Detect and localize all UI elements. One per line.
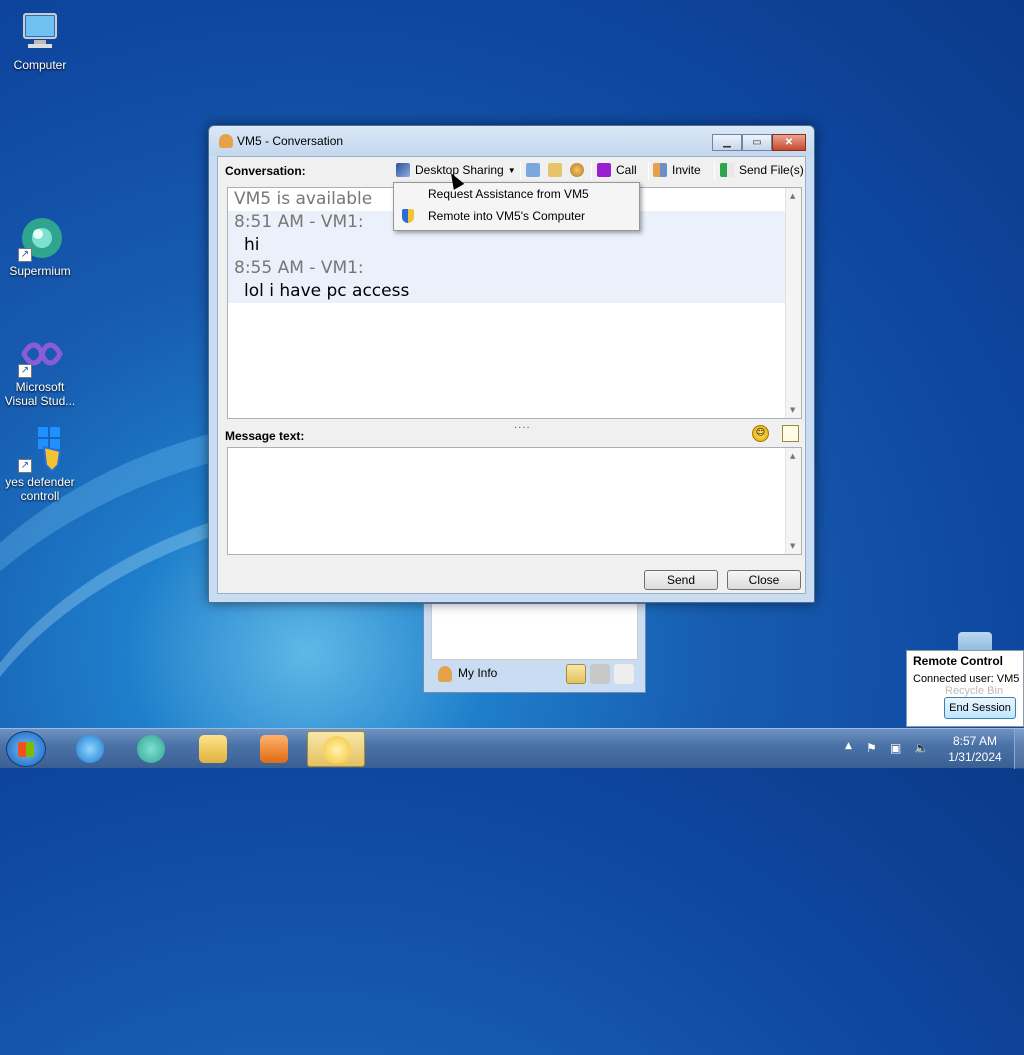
emoticon-icon[interactable]: ☺ bbox=[752, 425, 769, 442]
remote-control-title: Remote Control bbox=[913, 654, 1003, 668]
visual-studio-icon: ↗ bbox=[16, 330, 64, 378]
chat-bubble-icon bbox=[323, 736, 351, 764]
shortcut-arrow-icon: ↗ bbox=[18, 364, 32, 378]
scroll-down-icon[interactable]: ▼ bbox=[790, 542, 795, 550]
show-desktop-button[interactable] bbox=[1014, 729, 1024, 769]
start-button[interactable] bbox=[6, 731, 46, 767]
contact-list[interactable] bbox=[431, 604, 638, 660]
menu-item-request-assistance[interactable]: Request Assistance from VM5 bbox=[394, 183, 639, 205]
messenger-user-icon bbox=[219, 134, 233, 148]
whiteboard-icon bbox=[526, 163, 540, 177]
close-window-button[interactable]: ✕ bbox=[772, 134, 806, 151]
recycle-bin-label: Recycle Bin bbox=[945, 685, 1004, 697]
taskbar-media-player[interactable] bbox=[245, 731, 303, 767]
windows-shield-icon: ↗ bbox=[16, 425, 64, 473]
send-files-label: Send File(s) bbox=[739, 163, 804, 177]
window-title: VM5 - Conversation bbox=[237, 134, 344, 148]
user-icon bbox=[438, 666, 452, 682]
taskbar-explorer[interactable] bbox=[184, 731, 242, 767]
shortcut-arrow-icon: ↗ bbox=[18, 459, 32, 473]
call-button[interactable]: Call bbox=[597, 163, 637, 177]
settings-button[interactable] bbox=[570, 163, 589, 177]
close-button[interactable]: Close bbox=[727, 570, 801, 590]
send-button[interactable]: Send bbox=[644, 570, 718, 590]
scroll-up-icon[interactable]: ▲ bbox=[790, 452, 795, 460]
desktop-icon-label: Supermium bbox=[9, 264, 71, 278]
clock[interactable]: 8:57 AM 1/31/2024 bbox=[940, 733, 1010, 765]
messenger-main-window: My Info bbox=[423, 603, 646, 693]
supermium-icon: ↗ bbox=[16, 214, 64, 262]
toolbar-separator bbox=[648, 162, 649, 180]
status-online-icon[interactable] bbox=[566, 664, 586, 684]
message-text-label: Message text: bbox=[225, 429, 305, 443]
title-bar[interactable]: VM5 - Conversation ▁ ▭ ✕ bbox=[209, 126, 814, 156]
invite-users-icon bbox=[653, 163, 667, 177]
shield-icon bbox=[402, 209, 414, 223]
volume-muted-icon[interactable]: 🔈 bbox=[914, 741, 929, 755]
whiteboard-button[interactable] bbox=[526, 163, 545, 177]
message-scrollbar[interactable]: ▲ ▼ bbox=[785, 448, 801, 554]
scroll-up-icon[interactable]: ▲ bbox=[790, 192, 795, 200]
show-hidden-icons-icon[interactable]: ▲ bbox=[845, 741, 852, 751]
supermium-icon bbox=[137, 735, 165, 763]
taskbar: ▲ ⚑ ▣ 🔈 8:57 AM 1/31/2024 bbox=[0, 728, 1024, 769]
remote-control-panel: Remote Control Connected user: VM5 Recyc… bbox=[906, 650, 1024, 727]
desktop-icon-computer[interactable]: Computer bbox=[0, 8, 80, 72]
my-info-link[interactable]: My Info bbox=[458, 666, 497, 680]
desktop-sharing-icon bbox=[396, 163, 410, 177]
toolbar: Conversation: Desktop Sharing ▼ Call Inv… bbox=[218, 157, 805, 185]
minimize-button[interactable]: ▁ bbox=[712, 134, 742, 151]
pane-splitter[interactable]: .... bbox=[514, 420, 531, 431]
file-share-button[interactable] bbox=[548, 163, 567, 177]
chevron-down-icon: ▼ bbox=[507, 165, 516, 175]
media-player-icon bbox=[260, 735, 288, 763]
message-input[interactable]: ▲ ▼ bbox=[227, 447, 802, 555]
invite-button[interactable]: Invite bbox=[653, 163, 701, 177]
desktop-icon-defender-control[interactable]: ↗ yes defender controll bbox=[0, 425, 80, 503]
connected-user-text: Connected user: VM5 bbox=[913, 673, 1020, 685]
send-file-icon bbox=[720, 163, 734, 177]
conversation-label: Conversation: bbox=[225, 164, 306, 178]
end-session-button[interactable]: End Session bbox=[944, 697, 1016, 719]
computer-icon bbox=[16, 8, 64, 56]
menu-item-label: Remote into VM5's Computer bbox=[428, 209, 586, 223]
windows-logo-icon bbox=[18, 742, 34, 757]
send-files-button[interactable]: Send File(s) bbox=[720, 163, 804, 177]
chat-line-hdr: 8:55 AM - VM1: bbox=[228, 257, 801, 280]
maximize-button[interactable]: ▭ bbox=[742, 134, 772, 151]
chat-scrollbar[interactable]: ▲ ▼ bbox=[785, 188, 801, 418]
taskbar-ie[interactable] bbox=[61, 731, 119, 767]
folder-icon bbox=[199, 735, 227, 763]
desktop-icon-label: yes defender controll bbox=[5, 475, 75, 503]
clock-time: 8:57 AM bbox=[952, 734, 998, 748]
chat-line-msg: lol i have pc access bbox=[228, 280, 801, 303]
invite-label: Invite bbox=[672, 163, 701, 177]
status-busy-icon[interactable] bbox=[590, 664, 610, 684]
internet-explorer-icon bbox=[76, 735, 104, 763]
taskbar-messenger[interactable] bbox=[307, 731, 365, 767]
action-center-flag-icon[interactable]: ⚑ bbox=[866, 741, 877, 755]
desktop-icon-visual-studio[interactable]: ↗ Microsoft Visual Stud... bbox=[0, 330, 80, 408]
taskbar-supermium[interactable] bbox=[122, 731, 180, 767]
clock-date: 1/31/2024 bbox=[948, 750, 1002, 764]
video-camera-icon bbox=[597, 163, 611, 177]
shortcut-arrow-icon: ↗ bbox=[18, 248, 32, 262]
toolbar-separator bbox=[591, 162, 592, 180]
desktop-icon-supermium[interactable]: ↗ Supermium bbox=[0, 214, 80, 278]
desktop-icon-label: Microsoft Visual Stud... bbox=[4, 380, 76, 408]
toolbar-separator bbox=[714, 162, 715, 180]
menu-item-label: Request Assistance from VM5 bbox=[428, 187, 589, 201]
desktop-icon-label: Computer bbox=[13, 58, 67, 72]
desktop-sharing-menu: Request Assistance from VM5 Remote into … bbox=[393, 182, 640, 231]
call-label: Call bbox=[616, 163, 637, 177]
toolbar-separator bbox=[520, 162, 521, 180]
menu-item-remote-into[interactable]: Remote into VM5's Computer bbox=[394, 205, 639, 227]
document-icon bbox=[548, 163, 562, 177]
status-offline-icon[interactable] bbox=[614, 664, 634, 684]
scroll-down-icon[interactable]: ▼ bbox=[790, 406, 795, 414]
gear-icon bbox=[570, 163, 584, 177]
network-icon[interactable]: ▣ bbox=[890, 741, 901, 755]
chat-line-msg: hi bbox=[228, 234, 801, 257]
font-format-icon[interactable] bbox=[782, 425, 799, 442]
